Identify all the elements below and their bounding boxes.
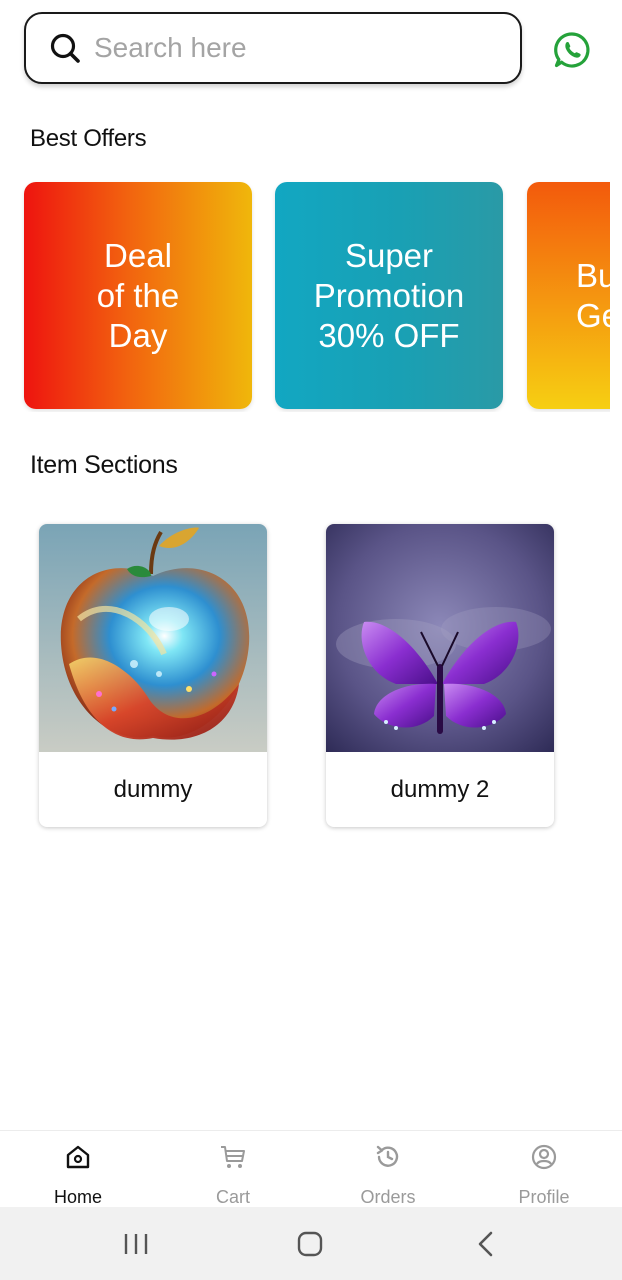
- nav-item-home[interactable]: Home: [18, 1131, 138, 1208]
- item-card-dummy-2[interactable]: dummy 2: [326, 524, 554, 827]
- offer-card-text: Super Promotion 30% OFF: [313, 236, 465, 354]
- orders-history-icon: [376, 1145, 399, 1167]
- app-screen: Best Offers Deal of the Day Super Promot…: [0, 0, 622, 1280]
- item-name: dummy: [113, 775, 193, 803]
- item-name: dummy 2: [390, 775, 490, 803]
- offer-card-deal-of-the-day[interactable]: Deal of the Day: [24, 182, 252, 409]
- search-input[interactable]: [94, 32, 474, 64]
- nav-label-profile: Profile: [518, 1187, 570, 1207]
- best-offers-title: Best Offers: [30, 125, 147, 152]
- nav-label-home: Home: [53, 1187, 102, 1207]
- search-icon: [50, 33, 80, 63]
- home-button-icon[interactable]: [295, 1229, 325, 1259]
- nav-item-profile[interactable]: Profile: [484, 1131, 604, 1208]
- offer-card-super-promotion[interactable]: Super Promotion 30% OFF: [275, 182, 503, 409]
- offer-card-text: Bu Ge: [576, 256, 610, 334]
- home-icon: [66, 1145, 90, 1169]
- system-navigation-bar: [0, 1207, 622, 1280]
- item-image-butterfly: [326, 524, 554, 752]
- bottom-navigation: Home Cart Orders Profile: [0, 1130, 622, 1207]
- item-image-apple: [39, 524, 267, 752]
- offer-card-text: Deal of the Day: [96, 236, 180, 354]
- offer-card-partial[interactable]: Bu Ge: [527, 182, 610, 409]
- nav-label-cart: Cart: [215, 1187, 250, 1207]
- profile-icon: [531, 1144, 557, 1170]
- nav-item-cart[interactable]: Cart: [173, 1131, 293, 1208]
- offers-carousel[interactable]: Deal of the Day Super Promotion 30% OFF …: [0, 180, 610, 412]
- back-icon[interactable]: [471, 1229, 501, 1259]
- whatsapp-icon[interactable]: [552, 30, 592, 70]
- recent-apps-icon[interactable]: [121, 1229, 151, 1259]
- cart-icon: [221, 1146, 245, 1168]
- nav-label-orders: Orders: [360, 1187, 416, 1207]
- item-card-dummy[interactable]: dummy: [39, 524, 267, 827]
- nav-item-orders[interactable]: Orders: [328, 1131, 448, 1208]
- item-sections-title: Item Sections: [30, 451, 178, 479]
- search-bar[interactable]: [24, 12, 522, 84]
